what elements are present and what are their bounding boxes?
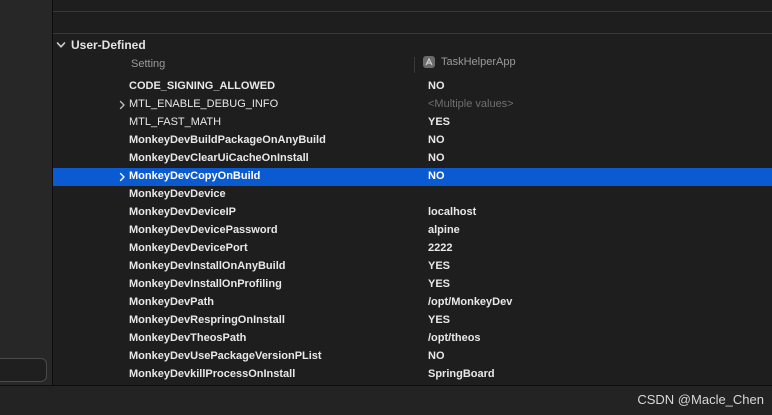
table-row[interactable]: MonkeyDevInstallOnAnyBuild YES	[53, 258, 772, 276]
setting-value[interactable]: YES	[428, 260, 450, 272]
setting-name: MonkeyDevPath	[129, 296, 214, 308]
column-header-target-label: TaskHelperApp	[441, 56, 516, 68]
setting-name: MonkeyDevTheosPath	[129, 332, 247, 344]
column-header: Setting TaskHelperApp	[53, 56, 772, 74]
settings-table: CODE_SIGNING_ALLOWED NO MTL_ENABLE_DEBUG_I…	[53, 78, 772, 384]
setting-name: MonkeyDevClearUiCacheOnInstall	[129, 152, 309, 164]
setting-value[interactable]: YES	[428, 314, 450, 326]
setting-value[interactable]: YES	[428, 278, 450, 290]
setting-name: CODE_SIGNING_ALLOWED	[129, 80, 276, 92]
table-row[interactable]: MonkeyDevDevice	[53, 186, 772, 204]
table-row[interactable]: MTL_ENABLE_DEBUG_INFO <Multiple values>	[53, 96, 772, 114]
setting-name: MonkeyDevDeviceIP	[129, 206, 236, 218]
watermark: CSDN @Macle_Chen	[637, 392, 764, 407]
setting-value[interactable]: <Multiple values>	[428, 98, 514, 110]
setting-name: MonkeyDevDevicePort	[129, 242, 248, 254]
setting-value[interactable]: NO	[428, 152, 445, 164]
setting-name: MonkeyDevInstallOnProfiling	[129, 278, 282, 290]
table-row[interactable]: MonkeyDevDeviceIP localhost	[53, 204, 772, 222]
setting-value[interactable]: NO	[428, 80, 445, 92]
setting-name: MonkeyDevRespringOnInstall	[129, 314, 285, 326]
app-target-icon	[423, 56, 435, 68]
setting-value[interactable]: NO	[428, 350, 445, 362]
setting-value[interactable]: localhost	[428, 206, 476, 218]
setting-value[interactable]: alpine	[428, 224, 460, 236]
setting-value[interactable]: YES	[428, 116, 450, 128]
table-row[interactable]: MonkeyDevkillProcessOnInstall SpringBoard	[53, 366, 772, 384]
table-row[interactable]: MonkeyDevPath/opt/MonkeyDev	[53, 294, 772, 312]
table-row[interactable]: MTL_FAST_MATH YES	[53, 114, 772, 132]
divider	[53, 11, 772, 12]
setting-name: MonkeyDevkillProcessOnInstall	[129, 368, 296, 380]
setting-name: MonkeyDevBuildPackageOnAnyBuild	[129, 134, 326, 146]
table-row[interactable]: MonkeyDevTheosPath/opt/theos	[53, 330, 772, 348]
table-row[interactable]: MonkeyDevDevicePassword alpine	[53, 222, 772, 240]
setting-name: MTL_FAST_MATH	[129, 116, 222, 128]
setting-value[interactable]: 2222	[428, 242, 452, 254]
setting-value[interactable]: NO	[428, 134, 445, 146]
column-separator	[414, 57, 415, 73]
table-row[interactable]: MonkeyDevDevicePort 2222	[53, 240, 772, 258]
table-row[interactable]: MonkeyDevRespringOnInstall YES	[53, 312, 772, 330]
table-row[interactable]: MonkeyDevInstallOnProfiling YES	[53, 276, 772, 294]
setting-value[interactable]: SpringBoard	[428, 368, 495, 380]
setting-name: MonkeyDevInstallOnAnyBuild	[129, 260, 286, 272]
section-header-user-defined[interactable]: User-Defined	[53, 34, 772, 56]
chevron-right-icon[interactable]	[118, 172, 126, 182]
column-header-setting[interactable]: Setting	[131, 58, 165, 70]
setting-value[interactable]: /opt/theos	[428, 332, 481, 344]
setting-name: MTL_ENABLE_DEBUG_INFO	[129, 98, 279, 110]
bottom-bar: CSDN @Macle_Chen	[0, 385, 772, 415]
table-row[interactable]: MonkeyDevUsePackageVersionPList NO	[53, 348, 772, 366]
setting-name: MonkeyDevDevice	[129, 188, 226, 200]
setting-value[interactable]: NO	[428, 170, 445, 182]
table-row[interactable]: MonkeyDevCopyOnBuild NO	[53, 168, 772, 186]
sidebar-filter-field[interactable]	[0, 358, 47, 382]
table-row[interactable]: MonkeyDevClearUiCacheOnInstall NO	[53, 150, 772, 168]
setting-name: MonkeyDevDevicePassword	[129, 224, 278, 236]
setting-value[interactable]: /opt/MonkeyDev	[428, 296, 512, 308]
setting-name: MonkeyDevUsePackageVersionPList	[129, 350, 322, 362]
build-settings-panel: User-Defined Setting TaskHelperApp CODE_…	[53, 0, 772, 385]
setting-name: MonkeyDevCopyOnBuild	[129, 170, 261, 182]
navigator-sidebar	[0, 0, 53, 385]
chevron-down-icon[interactable]	[56, 40, 66, 50]
table-row[interactable]: MonkeyDevBuildPackageOnAnyBuild NO	[53, 132, 772, 150]
chevron-right-icon[interactable]	[118, 100, 126, 110]
section-title: User-Defined	[71, 38, 146, 52]
table-row[interactable]: CODE_SIGNING_ALLOWED NO	[53, 78, 772, 96]
column-header-target[interactable]: TaskHelperApp	[423, 56, 516, 68]
